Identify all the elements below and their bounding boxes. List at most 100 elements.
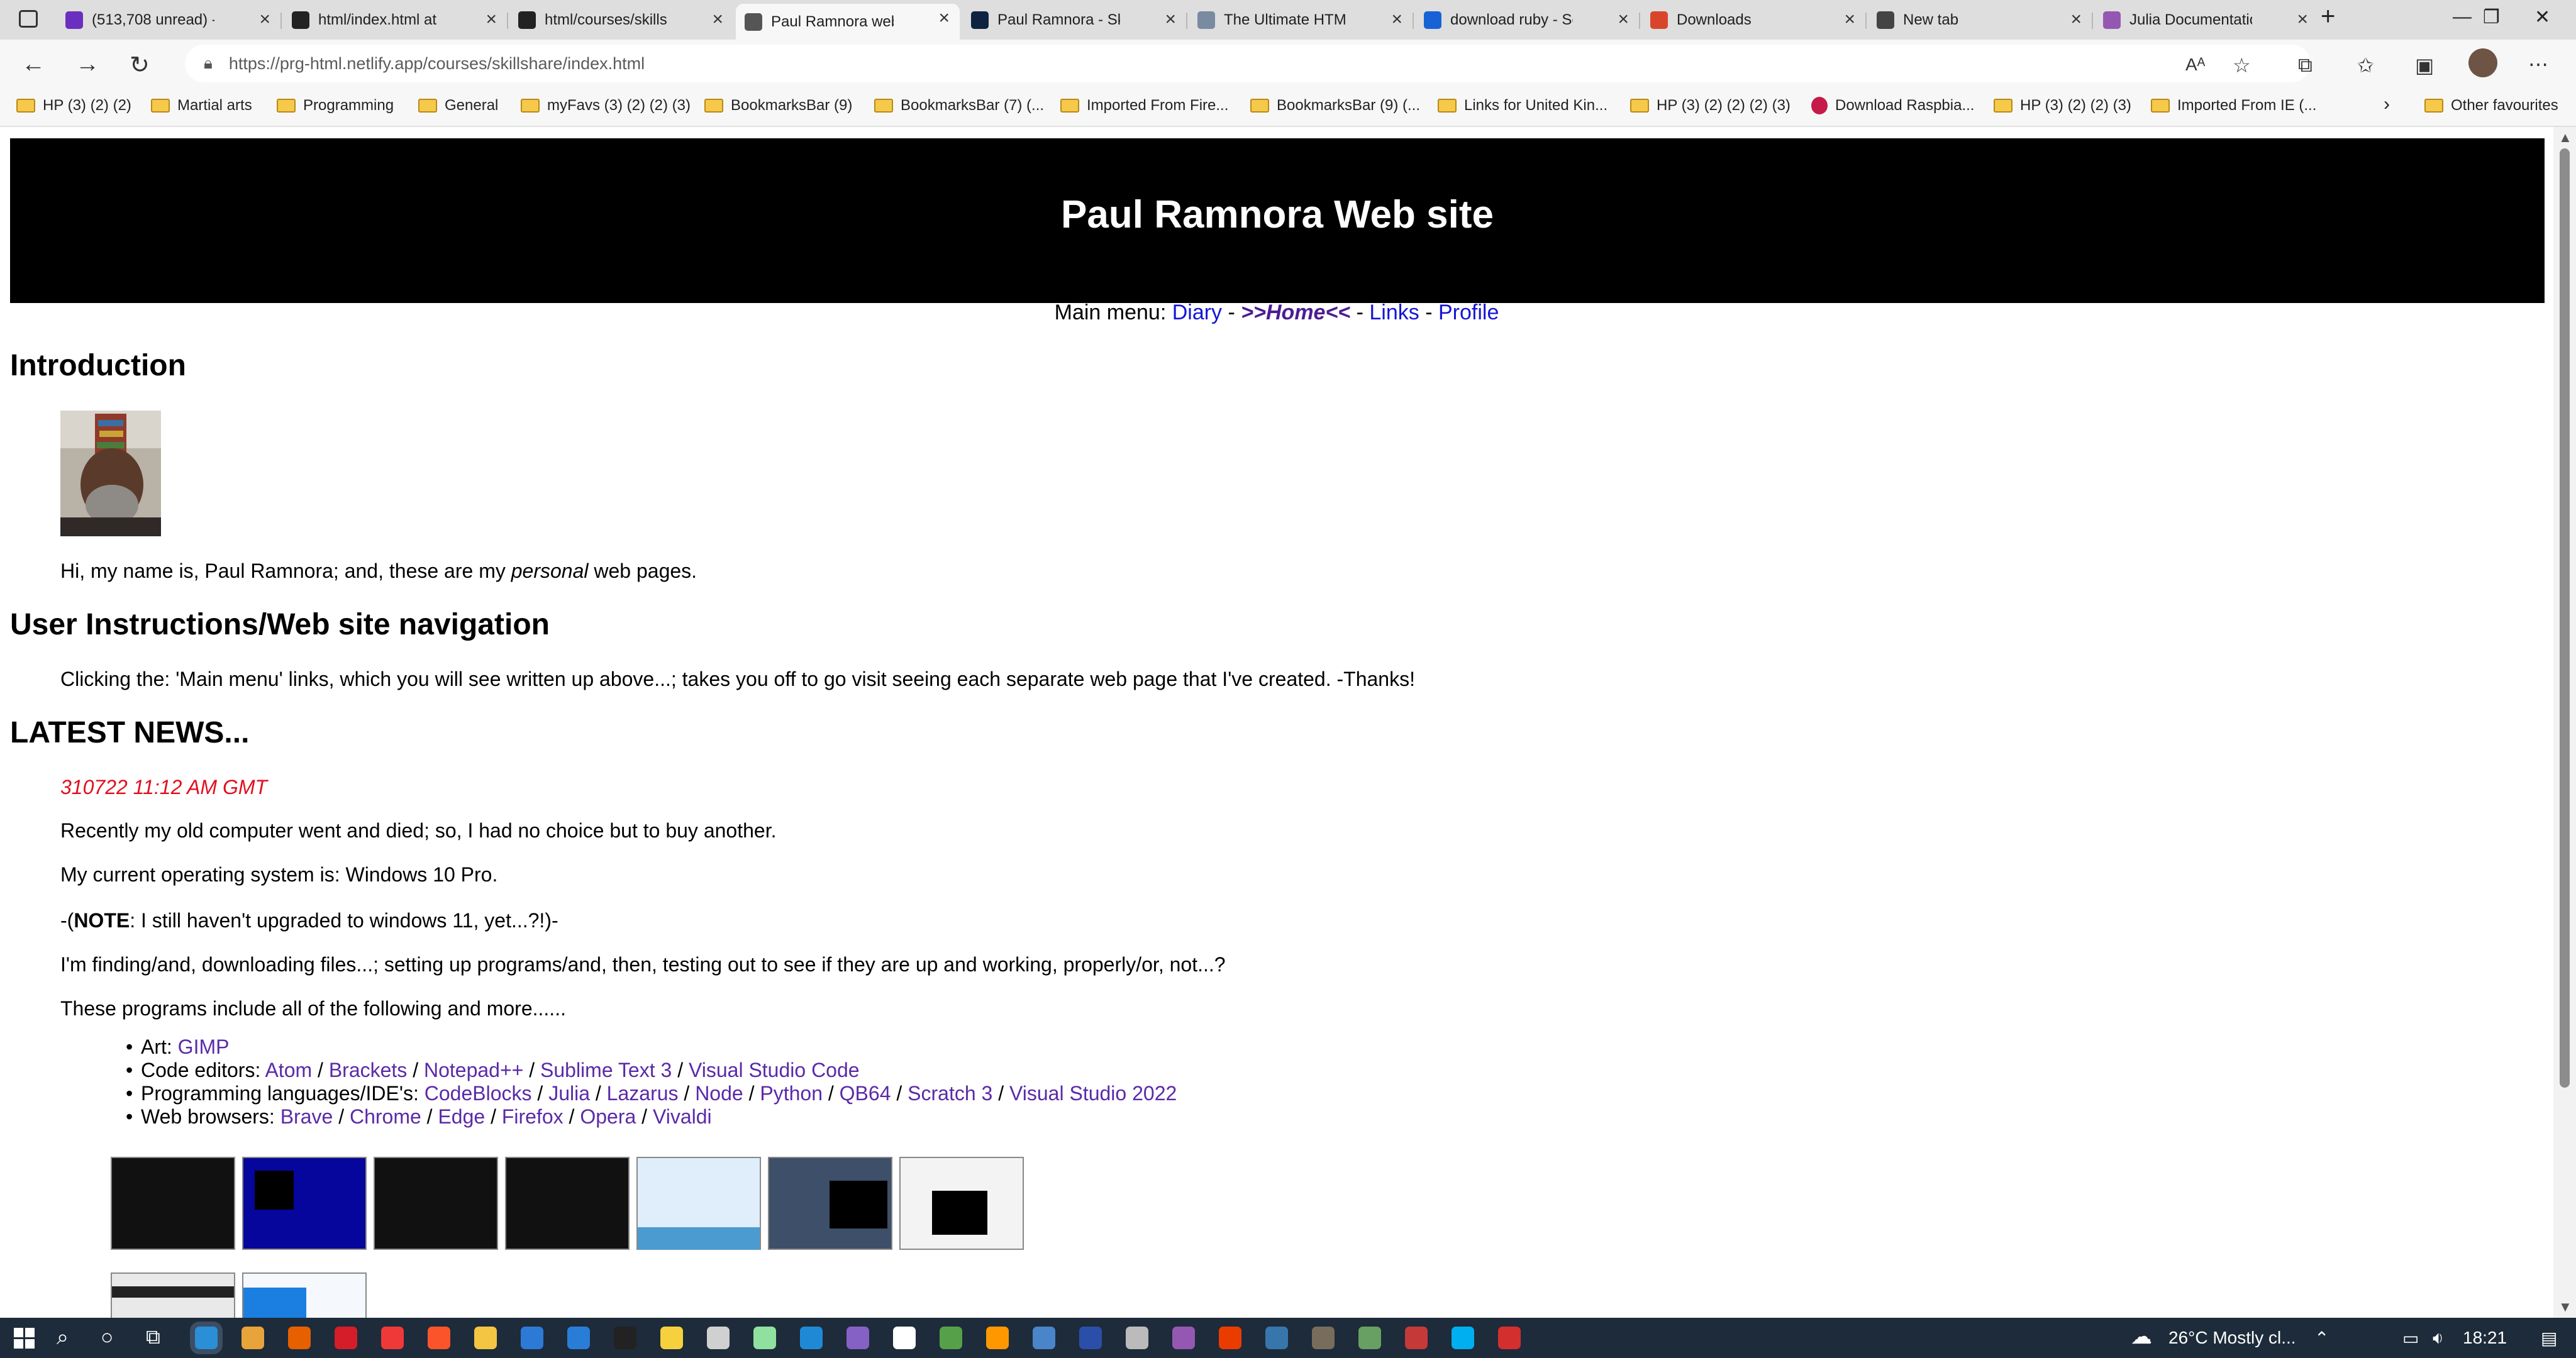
firefox-icon[interactable] bbox=[288, 1327, 311, 1349]
bookmark-folder[interactable]: General bbox=[418, 97, 498, 114]
vscode-icon[interactable] bbox=[800, 1327, 823, 1349]
extensions-icon[interactable]: ⧉ bbox=[2298, 53, 2312, 77]
github-icon[interactable] bbox=[893, 1327, 916, 1349]
browser-tab[interactable]: Paul Ramnora web si × bbox=[736, 4, 960, 40]
vivaldi-icon[interactable] bbox=[381, 1327, 404, 1349]
scroll-up-icon[interactable]: ▲ bbox=[2558, 130, 2572, 146]
maximize-button[interactable]: ❐ bbox=[2483, 6, 2500, 28]
close-tab-icon[interactable]: × bbox=[1391, 9, 1402, 30]
menu-link-diary[interactable]: Diary bbox=[1172, 301, 1222, 324]
program-link[interactable]: Sublime Text 3 bbox=[540, 1059, 672, 1081]
program-link[interactable]: Opera bbox=[580, 1105, 636, 1128]
program-link[interactable]: Node bbox=[695, 1082, 743, 1105]
browser-tab[interactable]: The Ultimate HTML D × bbox=[1189, 5, 1413, 35]
program-link[interactable]: QB64 bbox=[840, 1082, 891, 1105]
read-aloud-icon[interactable]: Aᴬ bbox=[2185, 55, 2205, 75]
close-tab-icon[interactable]: × bbox=[1165, 9, 1176, 30]
qb64-icon[interactable] bbox=[1079, 1327, 1102, 1349]
paint-icon[interactable] bbox=[707, 1327, 730, 1349]
back-icon[interactable]: ← bbox=[21, 51, 45, 78]
minimize-button[interactable]: — bbox=[2453, 6, 2472, 28]
screenshot-thumbnail[interactable] bbox=[242, 1272, 367, 1318]
browser-tab[interactable]: New tab × bbox=[1868, 5, 2092, 35]
clock-time[interactable]: 18:21 bbox=[2463, 1328, 2507, 1348]
scroll-down-icon[interactable]: ▼ bbox=[2558, 1299, 2572, 1315]
browser-tab[interactable]: html/courses/skillsha × bbox=[509, 5, 733, 35]
favorites-icon[interactable]: ✩ bbox=[2357, 53, 2374, 77]
browser-tab[interactable]: download ruby - Sear × bbox=[1415, 5, 1639, 35]
chrome-icon[interactable] bbox=[242, 1327, 264, 1349]
screenshot-thumbnail[interactable] bbox=[242, 1157, 367, 1250]
cortana-icon[interactable]: ○ bbox=[101, 1325, 114, 1350]
other-favourites[interactable]: Other favourites bbox=[2424, 97, 2558, 114]
screenshot-thumbnail[interactable] bbox=[111, 1272, 235, 1318]
menu-link-profile[interactable]: Profile bbox=[1438, 301, 1499, 324]
collections-icon[interactable]: ▣ bbox=[2415, 53, 2434, 77]
tray-overflow-icon[interactable]: ⌃ bbox=[2314, 1328, 2329, 1349]
lazarus-icon[interactable] bbox=[1033, 1327, 1055, 1349]
zsh-icon[interactable] bbox=[1405, 1327, 1428, 1349]
screenshot-thumbnail[interactable] bbox=[768, 1157, 892, 1250]
settings-icon[interactable] bbox=[1126, 1327, 1148, 1349]
address-bar[interactable]: 🔒︎ https://prg-html.netlify.app/courses/… bbox=[185, 45, 2311, 82]
close-tab-icon[interactable]: × bbox=[712, 9, 723, 30]
close-tab-icon[interactable]: × bbox=[259, 9, 270, 30]
program-link[interactable]: Chrome bbox=[350, 1105, 421, 1128]
add-favorite-icon[interactable]: ☆ bbox=[2233, 53, 2251, 77]
tab-actions-icon[interactable] bbox=[19, 10, 38, 28]
page-scrollbar[interactable]: ▲ ▼ bbox=[2553, 127, 2576, 1318]
file-explorer-icon[interactable] bbox=[474, 1327, 497, 1349]
program-link[interactable]: Visual Studio 2022 bbox=[1009, 1082, 1177, 1105]
screenshot-thumbnail[interactable] bbox=[636, 1157, 761, 1250]
bookmark-folder[interactable]: BookmarksBar (7) (... bbox=[874, 97, 1044, 114]
opera-icon[interactable] bbox=[335, 1327, 357, 1349]
close-tab-icon[interactable]: × bbox=[2070, 9, 2082, 30]
program-link[interactable]: Julia bbox=[548, 1082, 590, 1105]
menu-link-home[interactable]: >>Home<< bbox=[1241, 301, 1350, 324]
notifications-icon[interactable]: ▤ bbox=[2541, 1328, 2557, 1349]
browser-tab[interactable]: Downloads × bbox=[1641, 5, 1865, 35]
julia-icon[interactable] bbox=[1172, 1327, 1195, 1349]
bookmark-folder[interactable]: Imported From Fire... bbox=[1060, 97, 1228, 114]
bookmark-folder[interactable]: Download Raspbia... bbox=[1811, 97, 1974, 114]
bookmarks-overflow-icon[interactable]: › bbox=[2384, 94, 2390, 115]
bookmark-folder[interactable]: HP (3) (2) (2) (2) (3) bbox=[1630, 97, 1790, 114]
python-icon[interactable] bbox=[1265, 1327, 1288, 1349]
store-icon[interactable] bbox=[521, 1327, 543, 1349]
gimp-icon[interactable] bbox=[1312, 1327, 1335, 1349]
close-tab-icon[interactable]: × bbox=[486, 9, 497, 30]
mail-icon[interactable] bbox=[567, 1327, 590, 1349]
bookmark-folder[interactable]: HP (3) (2) (2) (3) bbox=[1994, 97, 2131, 114]
program-link[interactable]: Visual Studio Code bbox=[689, 1059, 860, 1081]
weather-icon[interactable]: ☁ bbox=[2131, 1324, 2152, 1349]
bookmark-folder[interactable]: Imported From IE (... bbox=[2151, 97, 2316, 114]
program-link[interactable]: Notepad++ bbox=[424, 1059, 523, 1081]
new-tab-button[interactable]: + bbox=[2321, 3, 2335, 31]
bookmark-folder[interactable]: BookmarksBar (9) bbox=[704, 97, 852, 114]
scrollbar-thumb[interactable] bbox=[2560, 148, 2570, 1088]
bookmark-folder[interactable]: myFavs (3) (2) (2) (3) bbox=[521, 97, 691, 114]
program-link[interactable]: Python bbox=[760, 1082, 823, 1105]
close-window-button[interactable]: ✕ bbox=[2534, 6, 2550, 28]
task-view-icon[interactable]: ⧉ bbox=[146, 1325, 160, 1349]
bookmark-folder[interactable]: Links for United Kin... bbox=[1438, 97, 1607, 114]
office-icon[interactable] bbox=[1219, 1327, 1241, 1349]
bookmark-folder[interactable]: BookmarksBar (9) (... bbox=[1250, 97, 1420, 114]
edge-icon[interactable] bbox=[195, 1327, 218, 1349]
close-tab-icon[interactable]: × bbox=[2297, 9, 2308, 30]
weather-text[interactable]: 26°C Mostly cl... bbox=[2168, 1328, 2296, 1348]
forward-icon[interactable]: → bbox=[75, 51, 99, 78]
program-link[interactable]: Brave bbox=[280, 1105, 333, 1128]
browser-tab[interactable]: (513,708 unread) - pr × bbox=[57, 5, 280, 35]
close-tab-icon[interactable]: × bbox=[938, 8, 950, 29]
bookmark-folder[interactable]: Programming bbox=[277, 97, 394, 114]
program-link[interactable]: Firefox bbox=[502, 1105, 564, 1128]
screenshot-thumbnail[interactable] bbox=[899, 1157, 1024, 1250]
network-icon[interactable]: ▭ bbox=[2402, 1328, 2419, 1349]
browser-tab[interactable]: Julia Documentation × bbox=[2094, 5, 2318, 35]
visual-studio-icon[interactable] bbox=[847, 1327, 869, 1349]
codeblocks-icon[interactable] bbox=[940, 1327, 962, 1349]
notepad-plus-plus-icon[interactable] bbox=[753, 1327, 776, 1349]
screenshot-thumbnail[interactable] bbox=[111, 1157, 235, 1250]
close-tab-icon[interactable]: × bbox=[1618, 9, 1629, 30]
